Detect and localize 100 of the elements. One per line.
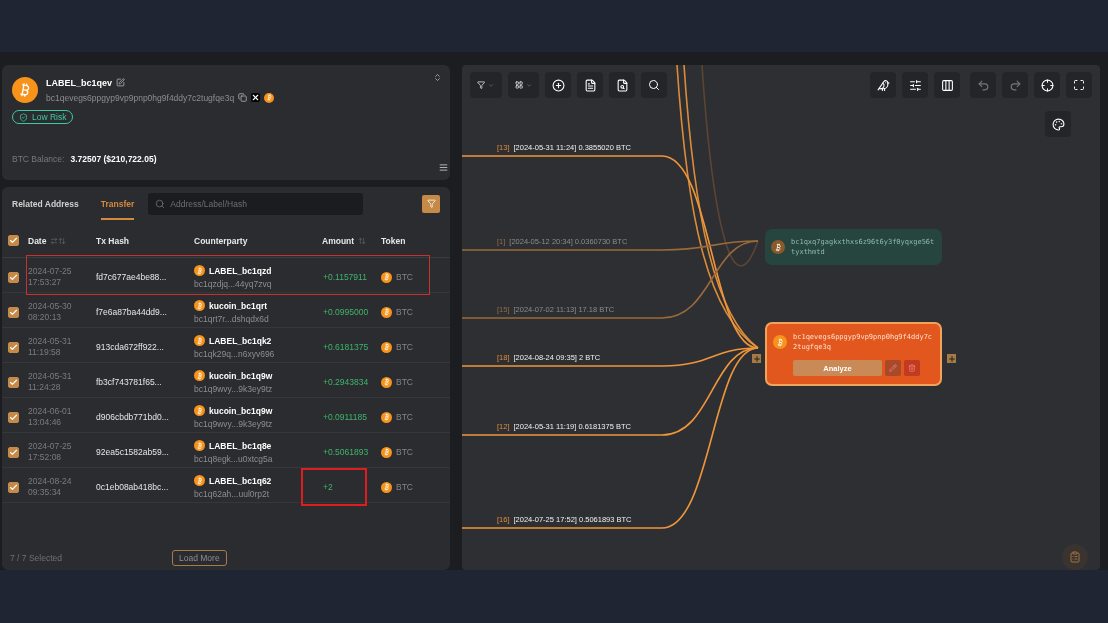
palette-button[interactable]	[1045, 111, 1071, 137]
bitcoin-icon	[381, 411, 392, 423]
bitcoin-icon	[194, 300, 205, 311]
date-cell-text: 2024-08-24 09:35:34	[28, 476, 73, 498]
token-cell: BTC	[396, 342, 413, 352]
column-header: Date	[28, 235, 47, 246]
document-icon	[583, 78, 597, 92]
counterparty-address: bc1qrt7r...dshqdx6d	[194, 314, 270, 324]
document-search-button[interactable]	[609, 72, 635, 98]
row-checkbox[interactable]	[8, 271, 19, 283]
trash-icon	[908, 364, 916, 372]
token-cell: BTC	[396, 482, 413, 492]
amount-cell: +0.6181375	[323, 342, 369, 352]
search-icon	[648, 79, 660, 91]
counterparty-label: LABEL_bc1q62	[209, 475, 272, 486]
plus-circle-icon	[551, 78, 565, 92]
redo-icon	[1008, 78, 1022, 92]
amount-cell: +0.2943834	[323, 377, 369, 387]
row-checkbox[interactable]	[8, 411, 19, 423]
sliders-icon	[908, 78, 922, 92]
amount-cell: +0.0911185	[323, 412, 367, 422]
load-more-button[interactable]: Load More	[172, 550, 227, 566]
counterparty-address: bc1q9wvy...9k3ey9tz	[194, 419, 274, 429]
plus-icon	[752, 354, 761, 363]
redo-button[interactable]	[1002, 72, 1028, 98]
balance-value: 3.72507 ($210,722.05)	[70, 154, 157, 164]
collapse-icon[interactable]	[433, 73, 442, 82]
filter-button[interactable]	[422, 194, 440, 213]
bitcoin-icon	[381, 341, 392, 353]
amount-cell: +0.5061893	[323, 447, 369, 457]
search-field[interactable]: Address/Label/Hash	[148, 192, 364, 215]
counterparty-label: LABEL_bc1qk2	[209, 335, 272, 346]
select-all-checkbox[interactable]	[8, 235, 19, 246]
bitcoin-icon	[194, 405, 205, 416]
counterparty-address: bc1q8egk...u0xtcg5a	[194, 454, 274, 464]
bitcoin-icon	[381, 446, 392, 458]
add-button[interactable]	[545, 72, 571, 98]
layout-button[interactable]	[902, 72, 928, 98]
bird-button[interactable]	[870, 72, 896, 98]
token-cell: BTC	[396, 377, 413, 387]
date-cell-text: 2024-05-31 11:19:58	[28, 336, 73, 358]
bitcoin-icon	[194, 440, 205, 451]
counterparty-address: bc1q9wvy...9k3ey9tz	[194, 384, 274, 394]
date-cell-text: 2024-05-31 11:24:28	[28, 371, 73, 393]
palette-icon	[1051, 117, 1065, 131]
row-checkbox[interactable]	[8, 341, 19, 353]
bitcoin-icon	[194, 335, 205, 346]
row-checkbox[interactable]	[8, 306, 19, 318]
copy-icon[interactable]	[238, 93, 248, 102]
expand-button[interactable]	[752, 354, 761, 363]
check-icon	[9, 412, 18, 422]
search-icon	[155, 198, 166, 209]
fullscreen-button[interactable]	[1066, 72, 1092, 98]
notes-button[interactable]	[577, 72, 603, 98]
selection-count: 7 / 7 Selected	[10, 553, 62, 563]
counterparty-label: kucoin_bc1q9w	[209, 370, 273, 381]
check-icon	[9, 272, 18, 282]
hash-cell-text: 92ea5c1582ab59...	[96, 447, 170, 457]
bitcoin-icon	[381, 271, 392, 283]
counterparty-address: bc1q62ah...uul0rp2t	[194, 489, 271, 499]
row-checkbox[interactable]	[8, 376, 19, 388]
wallet-address: bc1qevegs6ppgyp9vp9pnp0hg9f4ddy7c2tugfqe3q	[46, 92, 235, 103]
bitcoin-icon	[12, 77, 38, 103]
tab[interactable]: Transfer	[100, 187, 135, 220]
search-placeholder: Address/Label/Hash	[170, 198, 247, 209]
counterparty-label: kucoin_bc1qrt	[209, 300, 268, 311]
bitcoin-icon	[264, 92, 275, 103]
counterparty-label: LABEL_bc1q8e	[209, 440, 272, 451]
token-cell: BTC	[396, 412, 413, 422]
center-button[interactable]	[1034, 72, 1060, 98]
row-checkbox[interactable]	[8, 481, 19, 493]
document-search-icon	[615, 78, 629, 92]
column-header: Tx Hash	[96, 235, 130, 246]
check-icon	[9, 236, 18, 245]
row-checkbox[interactable]	[8, 446, 19, 458]
token-cell: BTC	[396, 272, 413, 282]
filter-dropdown[interactable]	[470, 72, 502, 98]
expand-button[interactable]	[947, 354, 956, 363]
bitcoin-icon	[381, 481, 392, 493]
search-button[interactable]	[641, 72, 667, 98]
check-icon	[9, 307, 18, 317]
tab[interactable]: Related Address	[12, 187, 79, 220]
layout-dropdown[interactable]	[507, 72, 539, 98]
column-header: Amount	[322, 235, 355, 246]
pencil-icon	[889, 364, 897, 372]
undo-button[interactable]	[970, 72, 996, 98]
address-label: LABEL_bc1qev	[46, 77, 113, 88]
bitcoin-icon	[381, 376, 392, 388]
columns-button[interactable]	[934, 72, 960, 98]
filter-icon	[477, 79, 486, 91]
edit-icon[interactable]	[116, 78, 126, 87]
bitcoin-icon	[771, 240, 785, 254]
hash-cell-text: fb3cf743781f65...	[96, 377, 163, 387]
columns-icon	[940, 78, 954, 92]
bitcoin-icon	[194, 475, 205, 486]
hash-cell-text: 913cda672ff922...	[96, 342, 165, 352]
counterparty-label: kucoin_bc1q9w	[209, 405, 273, 416]
list-icon[interactable]	[439, 163, 448, 172]
amount-cell: +0.0995000	[323, 307, 369, 317]
undo-icon	[976, 78, 990, 92]
